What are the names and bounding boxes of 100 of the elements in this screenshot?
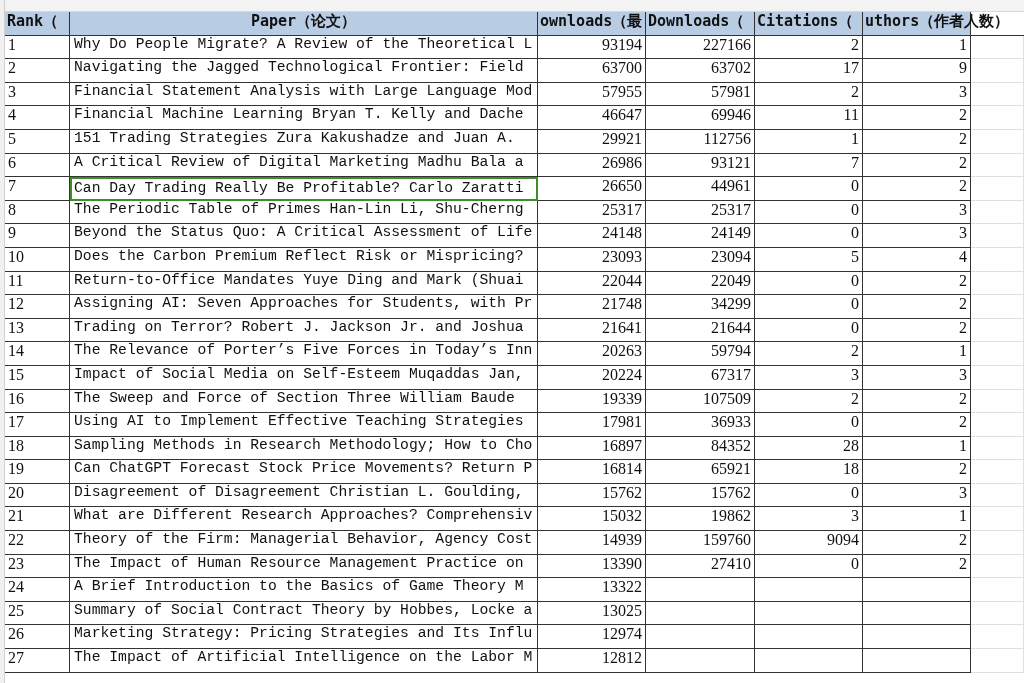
empty-cell[interactable] xyxy=(646,649,755,673)
table-cell: 22 xyxy=(5,531,70,555)
table-cell: 10 xyxy=(5,247,70,272)
paper-title-cell: Assigning AI: Seven Approaches for Students, with Pr xyxy=(70,295,538,319)
paper-title-cell: A Critical Review of Digital Marketing Madhu Bala a xyxy=(70,153,538,178)
table-cell: 1 xyxy=(863,342,971,366)
table-cell: 107509 xyxy=(646,389,755,414)
table-cell: 0 xyxy=(755,177,863,201)
table-cell: 12 xyxy=(5,295,70,319)
table-cell: 25317 xyxy=(646,200,755,225)
empty-cell[interactable] xyxy=(863,649,971,673)
table-cell: 15762 xyxy=(646,483,755,508)
table-cell: 12974 xyxy=(538,625,646,650)
table-cell: 7 xyxy=(755,153,863,178)
table-cell: 8 xyxy=(5,200,70,225)
table-cell: 9094 xyxy=(755,531,863,555)
table-cell: 15762 xyxy=(538,483,646,508)
paper-title-cell: Why Do People Migrate? A Review of the Theoretical L xyxy=(70,35,538,60)
table-cell: 22044 xyxy=(538,271,646,296)
table-cell: 9 xyxy=(5,224,70,248)
table-cell: 17 xyxy=(755,59,863,83)
table-cell: 3 xyxy=(755,507,863,532)
paper-title-cell: Does the Carbon Premium Reflect Risk or Mispricing? xyxy=(70,247,538,272)
column-header[interactable]: Downloads（ xyxy=(646,12,755,36)
paper-title-cell: The Relevance of Porter’s Five Forces in Today’s Inn xyxy=(70,342,538,366)
empty-cell[interactable] xyxy=(863,625,971,650)
table-cell: 2 xyxy=(863,177,971,201)
table-cell: 23 xyxy=(5,554,70,579)
table-cell: 18 xyxy=(755,460,863,484)
paper-title-cell: Financial Machine Learning Bryan T. Kelly and Dache xyxy=(70,106,538,130)
empty-cell[interactable] xyxy=(863,578,971,602)
table-cell: 2 xyxy=(863,153,971,178)
empty-cell[interactable] xyxy=(755,601,863,626)
table-cell: 15032 xyxy=(538,507,646,532)
table-cell: 69946 xyxy=(646,106,755,130)
table-cell: 227166 xyxy=(646,35,755,60)
table-cell: 2 xyxy=(863,106,971,130)
table-cell: 18 xyxy=(5,436,70,461)
column-header[interactable]: Paper（论文） xyxy=(70,12,538,36)
paper-title-cell: Trading on Terror? Robert J. Jackson Jr. and Joshua xyxy=(70,318,538,343)
table-cell: 23093 xyxy=(538,247,646,272)
table-cell: 0 xyxy=(755,271,863,296)
empty-cell[interactable] xyxy=(863,601,971,626)
table-cell: 2 xyxy=(863,295,971,319)
table-cell: 19862 xyxy=(646,507,755,532)
paper-title-cell: The Impact of Human Resource Management Practice on xyxy=(70,554,538,579)
empty-cell[interactable] xyxy=(646,625,755,650)
empty-cell[interactable] xyxy=(646,578,755,602)
table-cell: 0 xyxy=(755,554,863,579)
table-cell: 5 xyxy=(5,129,70,154)
table-cell: 0 xyxy=(755,413,863,437)
table-cell: 2 xyxy=(755,82,863,107)
table-cell: 34299 xyxy=(646,295,755,319)
column-header[interactable]: Rank（ xyxy=(5,12,70,36)
column-header[interactable]: ownloads（最 xyxy=(538,12,646,36)
table-cell: 22049 xyxy=(646,271,755,296)
table-cell: 24 xyxy=(5,578,70,602)
table-cell: 4 xyxy=(863,247,971,272)
table-cell: 2 xyxy=(863,554,971,579)
table-cell: 11 xyxy=(5,271,70,296)
paper-title-cell: Summary of Social Contract Theory by Hobbes, Locke a xyxy=(70,601,538,626)
table-cell: 3 xyxy=(863,365,971,390)
table-cell: 2 xyxy=(863,389,971,414)
empty-cell[interactable] xyxy=(755,625,863,650)
table-cell: 2 xyxy=(863,413,971,437)
table-cell: 84352 xyxy=(646,436,755,461)
table-cell: 1 xyxy=(863,35,971,60)
paper-title-cell: Can ChatGPT Forecast Stock Price Movements? Return P xyxy=(70,460,538,484)
paper-title-cell: Can Day Trading Really Be Profitable? Carlo Zaratti xyxy=(70,177,538,201)
table-cell: 4 xyxy=(5,106,70,130)
table-cell: 5 xyxy=(755,247,863,272)
table-cell: 26 xyxy=(5,625,70,650)
paper-title-cell: Marketing Strategy: Pricing Strategies and Its Influ xyxy=(70,625,538,650)
table-cell: 24148 xyxy=(538,224,646,248)
paper-title-cell: Disagreement of Disagreement Christian L. Goulding, xyxy=(70,483,538,508)
table-cell: 27 xyxy=(5,649,70,673)
table-cell: 21 xyxy=(5,507,70,532)
empty-cell[interactable] xyxy=(646,601,755,626)
paper-title-cell: Financial Statement Analysis with Large Language Mod xyxy=(70,82,538,107)
paper-title-cell: Return-to-Office Mandates Yuye Ding and Mark (Shuai xyxy=(70,271,538,296)
table-cell: 3 xyxy=(863,224,971,248)
table-cell: 3 xyxy=(863,200,971,225)
table-cell: 20224 xyxy=(538,365,646,390)
column-header[interactable]: Citations（ xyxy=(755,12,863,36)
empty-cell[interactable] xyxy=(755,578,863,602)
table-cell: 2 xyxy=(863,129,971,154)
table-cell: 2 xyxy=(863,460,971,484)
table-cell: 21644 xyxy=(646,318,755,343)
paper-title-cell: Impact of Social Media on Self-Esteem Muqaddas Jan, xyxy=(70,365,538,390)
table-cell: 1 xyxy=(863,436,971,461)
table-cell: 26650 xyxy=(538,177,646,201)
empty-cell[interactable] xyxy=(755,649,863,673)
table-cell: 2 xyxy=(755,35,863,60)
paper-title-cell: The Periodic Table of Primes Han-Lin Li, Shu-Cherng xyxy=(70,200,538,225)
table-cell: 23094 xyxy=(646,247,755,272)
table-cell: 0 xyxy=(755,295,863,319)
table-cell: 13390 xyxy=(538,554,646,579)
table-cell: 14 xyxy=(5,342,70,366)
paper-title-cell: Theory of the Firm: Managerial Behavior, Agency Cost xyxy=(70,531,538,555)
table-cell: 16 xyxy=(5,389,70,414)
